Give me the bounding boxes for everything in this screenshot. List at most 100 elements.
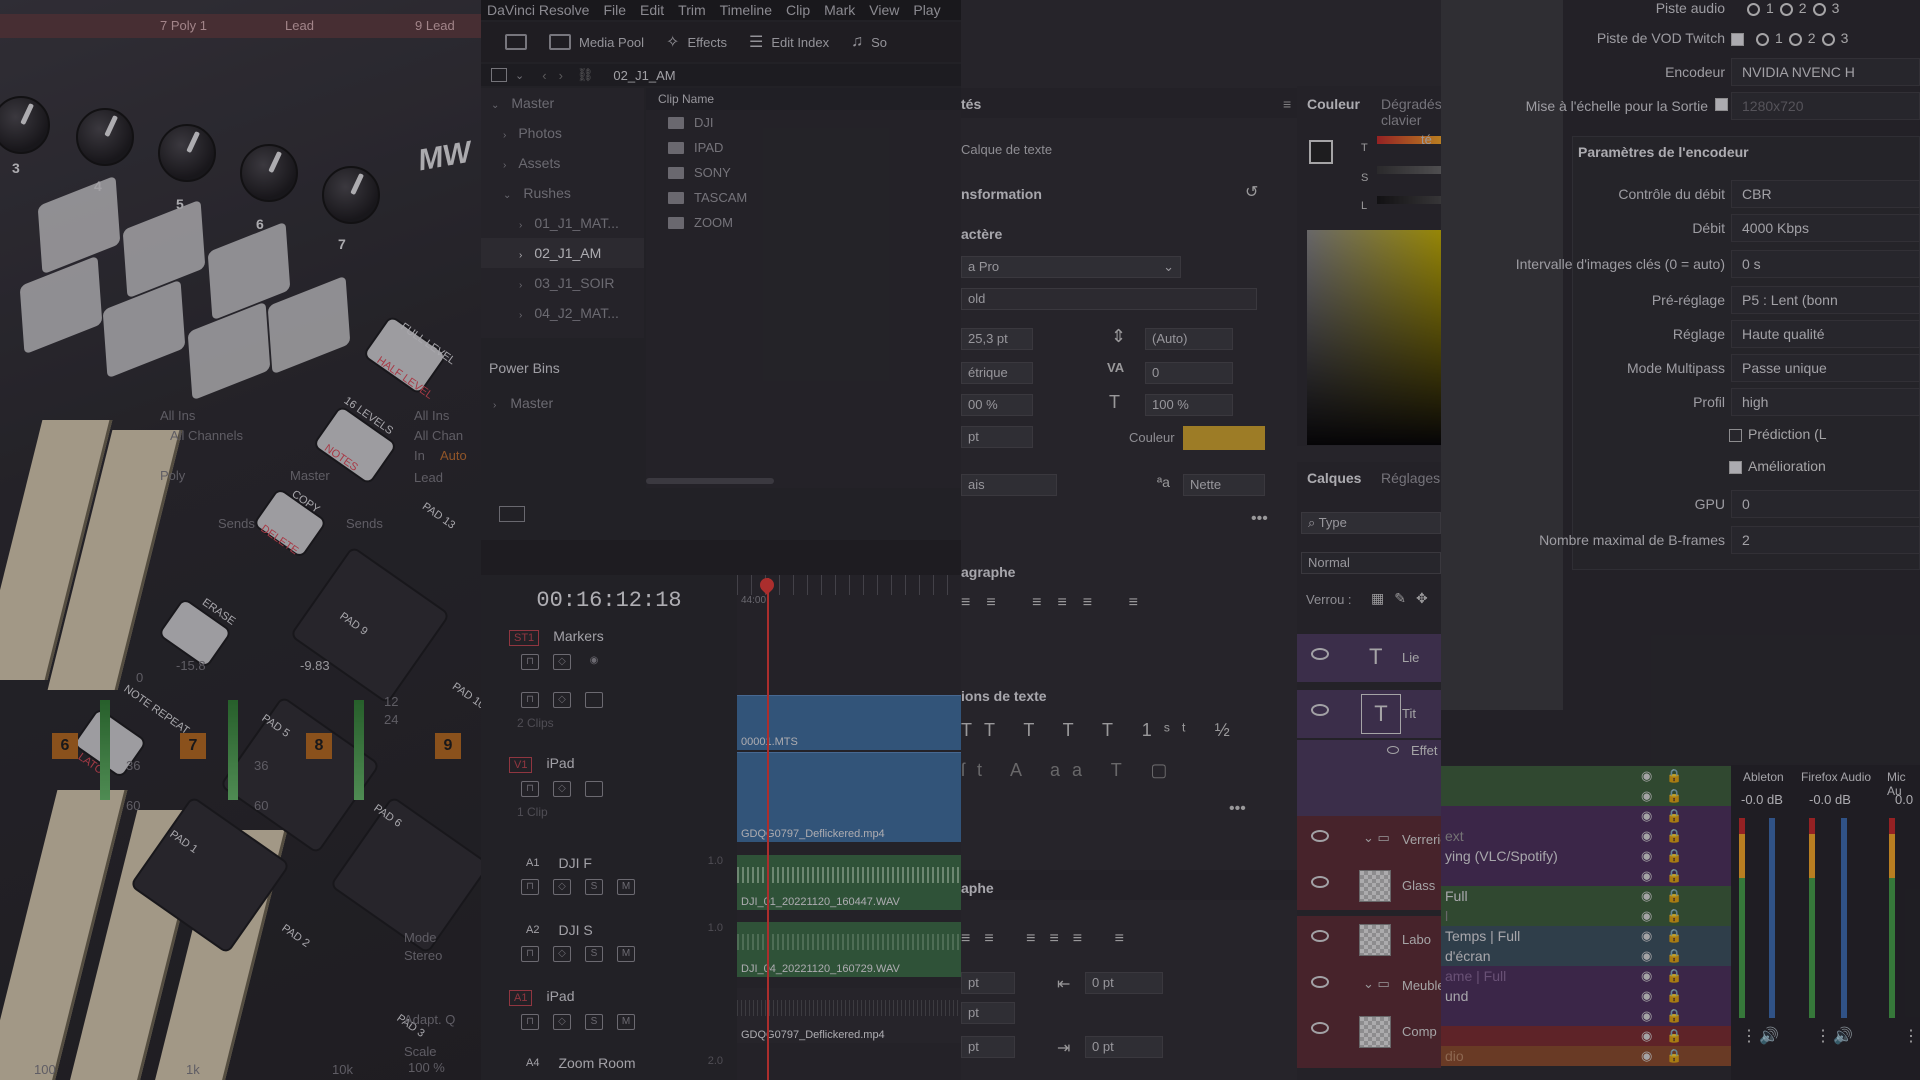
panel-toggle-button[interactable] <box>505 34 527 50</box>
lock-icon[interactable]: ⊓ <box>521 1014 539 1030</box>
lightness-slider[interactable] <box>1377 196 1441 204</box>
auto-select-icon[interactable]: ◇ <box>553 946 571 962</box>
indent-right-field[interactable]: pt <box>961 1002 1015 1024</box>
tab-gradients[interactable]: Dégradés clavier <box>1381 96 1441 128</box>
layer-filter-select[interactable]: ⌕ Type <box>1301 512 1441 534</box>
lookahead-checkbox[interactable]: Prédiction (L <box>1723 426 1827 442</box>
menu-timeline[interactable]: Timeline <box>720 2 772 18</box>
font-size-field[interactable]: 25,3 pt <box>961 328 1033 350</box>
text-style-icons[interactable]: TT T T T 1ˢᵗ ½ <box>961 720 1242 741</box>
indent-first-field[interactable]: pt <box>961 1036 1015 1058</box>
volume-fader[interactable] <box>1841 818 1847 1018</box>
layer-effects-row[interactable]: Effet <box>1297 740 1441 764</box>
preset-select[interactable]: P5 : Lent (bonn <box>1731 286 1920 314</box>
space-before-field[interactable]: 0 pt <box>1085 972 1163 994</box>
align-icons[interactable]: ≡≡ ≡≡≡ ≡ <box>961 594 1154 612</box>
transform-section[interactable]: nsformation <box>961 186 1042 202</box>
layer-group-row[interactable]: ⌄ ▭ Verrerie <box>1297 816 1441 864</box>
sidebar-toggle-icon[interactable] <box>491 68 507 82</box>
baseline-field[interactable]: pt <box>961 426 1033 448</box>
font-style-select[interactable]: old <box>961 288 1257 310</box>
encoder-select[interactable]: NVIDIA NVENC H <box>1731 58 1920 86</box>
timeline-clip-audio[interactable]: DJI_04_20221120_160729.WAV <box>737 922 961 977</box>
rescale-select[interactable]: 1280x720 <box>1731 92 1920 120</box>
clip-folder[interactable]: IPAD <box>646 135 961 160</box>
audio-track-radios[interactable]: 123 <box>1741 0 1839 16</box>
font-family-select[interactable]: a Pro ⌄ <box>961 256 1181 278</box>
eye-icon[interactable] <box>1387 746 1399 754</box>
menu-trim[interactable]: Trim <box>678 2 705 18</box>
app-menu[interactable]: DaVinci Resolve <box>487 2 589 18</box>
mixer-menu-icon[interactable]: ⋮ <box>1815 1026 1831 1046</box>
text-color-swatch[interactable] <box>1183 426 1265 450</box>
bitrate-field[interactable]: 4000 Kbps <box>1731 214 1920 242</box>
tab-color[interactable]: Couleur <box>1307 96 1360 112</box>
solo-button[interactable]: S <box>585 1014 603 1030</box>
lock-icon[interactable]: ⊓ <box>521 692 539 708</box>
lock-icon[interactable]: ⊓ <box>521 879 539 895</box>
reset-icon[interactable]: ↺ <box>1245 182 1258 202</box>
paragraph-align-icons[interactable]: ≡≡ ≡≡≡ ≡ <box>961 930 1138 948</box>
media-pool-button[interactable]: Media Pool <box>549 34 644 50</box>
profile-select[interactable]: high <box>1731 388 1920 416</box>
link-icon[interactable]: ⛓ <box>577 67 594 83</box>
forward-icon[interactable]: › <box>559 68 563 83</box>
more-icon[interactable]: ••• <box>1251 510 1268 528</box>
eye-icon[interactable] <box>1311 876 1329 888</box>
layer-row[interactable]: Labo <box>1297 916 1441 964</box>
viewer-icon[interactable] <box>499 506 525 522</box>
clip-name-header[interactable]: Clip Name <box>646 88 961 110</box>
bframes-field[interactable]: 2 <box>1731 526 1920 554</box>
mute-button[interactable]: M <box>617 879 635 895</box>
eye-icon[interactable] <box>1311 930 1329 942</box>
multipass-select[interactable]: Passe unique <box>1731 354 1920 382</box>
layer-row[interactable]: Comp <box>1297 1008 1441 1068</box>
menu-view[interactable]: View <box>869 2 899 18</box>
panel-menu-icon[interactable]: ≡ <box>1283 96 1291 112</box>
chevron-down-icon[interactable]: ⌄ ▭ <box>1363 830 1390 846</box>
leading-field[interactable]: (Auto) <box>1145 328 1233 350</box>
keyframe-interval-field[interactable]: 0 s <box>1731 250 1920 278</box>
saturation-slider[interactable] <box>1377 166 1441 174</box>
solo-button[interactable]: S <box>585 946 603 962</box>
solo-button[interactable]: S <box>585 879 603 895</box>
auto-select-icon[interactable]: ◇ <box>553 879 571 895</box>
volume-fader[interactable] <box>1769 818 1775 1018</box>
mixer-menu-icon[interactable]: ⋮ <box>1903 1026 1919 1046</box>
playhead[interactable] <box>767 578 769 1080</box>
bin-item[interactable]: › 03_J1_SOIR <box>481 268 644 298</box>
bin-item[interactable]: ⌄ Rushes <box>481 178 644 208</box>
menu-edit[interactable]: Edit <box>640 2 664 18</box>
clip-folder[interactable]: ZOOM <box>646 210 961 235</box>
power-bins-master[interactable]: › Master <box>493 395 553 411</box>
clip-folder[interactable]: DJI <box>646 110 961 135</box>
layer-group-row[interactable]: ⌄ ▭ Meuble <box>1297 962 1441 1010</box>
tab-layers[interactable]: Calques <box>1307 470 1361 486</box>
track-toggle-icon[interactable] <box>585 781 603 797</box>
timeline-clip-audio[interactable]: DJI_01_20221120_160447.WAV <box>737 855 961 910</box>
auto-select-icon[interactable]: ◇ <box>553 654 571 670</box>
antialias-select[interactable]: Nette <box>1183 474 1265 496</box>
lock-icon[interactable]: ⊓ <box>521 781 539 797</box>
menu-clip[interactable]: Clip <box>786 2 810 18</box>
bin-item[interactable]: › 01_J1_MAT... <box>481 208 644 238</box>
lock-icons[interactable]: ▦✎✥ <box>1371 590 1438 607</box>
mute-button[interactable]: M <box>617 1014 635 1030</box>
eye-icon[interactable] <box>1311 704 1329 716</box>
speaker-icon[interactable]: 🔊 <box>1759 1026 1779 1046</box>
twitch-vod-options[interactable]: 123 <box>1725 30 1848 46</box>
auto-select-icon[interactable]: ◇ <box>553 692 571 708</box>
back-icon[interactable]: ‹ <box>542 68 546 83</box>
opentype-icons[interactable]: ſt A aa T ▢ <box>961 760 1179 781</box>
tracking-field[interactable]: 0 <box>1145 362 1233 384</box>
timeline-clip-video[interactable]: 00001.MTS <box>737 695 961 750</box>
vertical-scale-field[interactable]: 00 % <box>961 394 1033 416</box>
bin-item[interactable]: › 04_J2_MAT... <box>481 298 644 328</box>
horizontal-scrollbar[interactable] <box>646 478 774 484</box>
mute-button[interactable]: M <box>617 946 635 962</box>
rate-control-select[interactable]: CBR <box>1731 180 1920 208</box>
eye-icon[interactable]: ◉ <box>585 654 603 670</box>
eye-icon[interactable] <box>1311 976 1329 988</box>
bin-item[interactable]: › Assets <box>481 148 644 178</box>
eye-icon[interactable] <box>1311 648 1329 660</box>
